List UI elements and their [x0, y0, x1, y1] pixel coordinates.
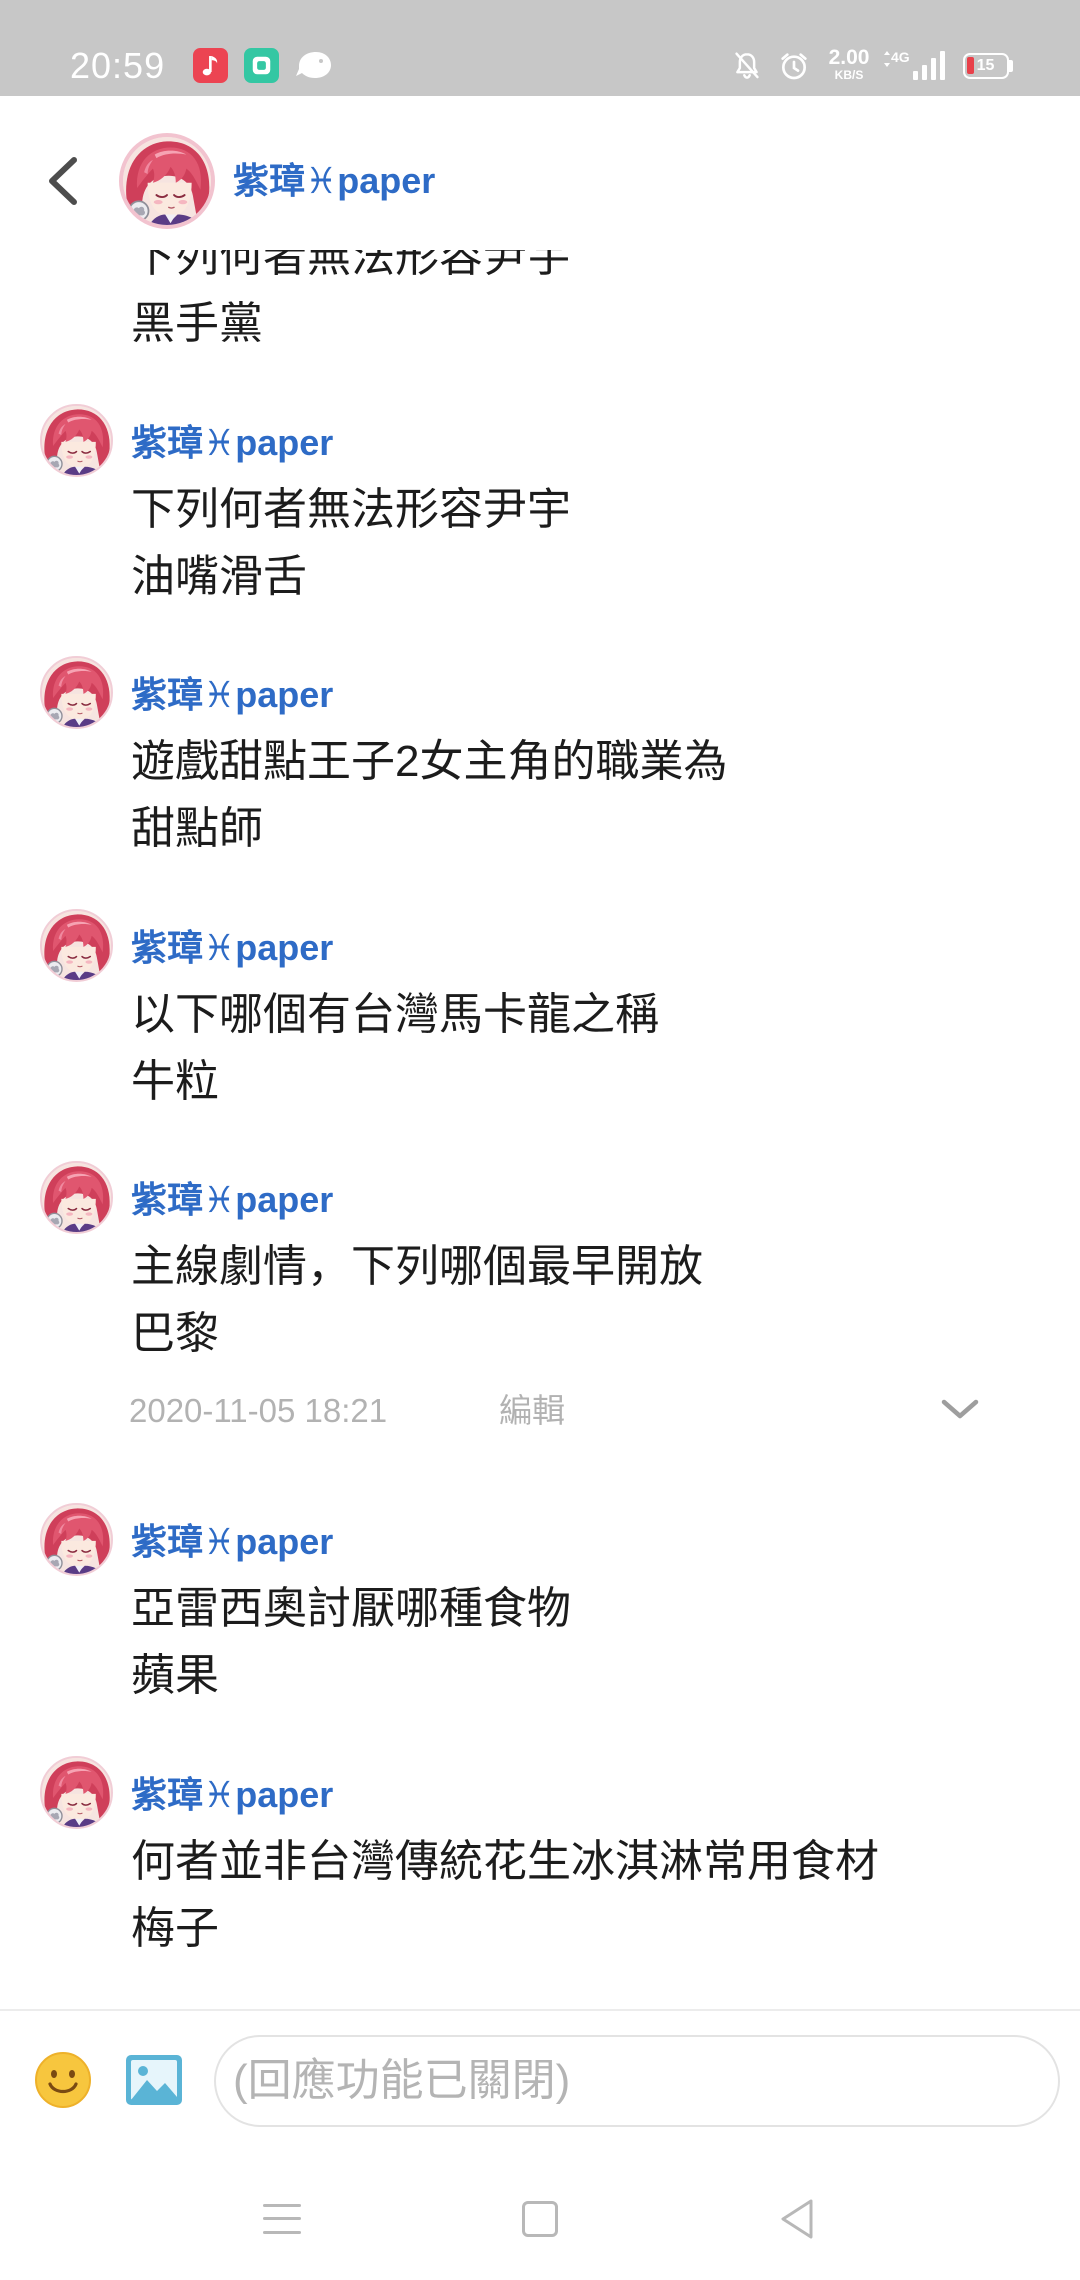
page-title[interactable]: 紫璋♓paper	[233, 159, 435, 203]
message-answer: 牛粒	[131, 1057, 219, 1106]
message-author[interactable]: 紫璋♓paper	[131, 1773, 333, 1817]
message-question: 亞雷西奧討厭哪種食物	[131, 1584, 571, 1633]
message-question: 下列何者無法形容尹宇	[131, 250, 571, 281]
message-partial: 下列何者無法形容尹宇 黑手黨	[0, 250, 1080, 351]
network-speed: 2.00 KB/S	[821, 47, 877, 82]
menu-line	[263, 2204, 301, 2207]
message: 紫璋♓paper 主線劇情，下列哪個最早開放 巴黎 2020-11-05 18:…	[0, 1161, 1080, 1429]
message-author[interactable]: 紫璋♓paper	[131, 673, 333, 717]
chevron-left-icon	[49, 157, 77, 205]
status-time: 20:59	[70, 45, 166, 86]
avatar[interactable]	[40, 1161, 113, 1234]
message-question: 何者並非台灣傳統花生冰淇淋常用食材	[131, 1837, 879, 1886]
chevron-down-icon[interactable]	[937, 1393, 983, 1423]
avatar-image	[42, 658, 111, 727]
chat-app-icon	[244, 48, 279, 83]
message-thread[interactable]: 下列何者無法形容尹宇 黑手黨 紫璋♓paper 下列何者無法形容尹宇 油嘴滑舌 …	[0, 250, 1080, 2009]
avatar[interactable]	[40, 656, 113, 729]
back-button[interactable]	[40, 151, 84, 211]
battery-nub	[1009, 60, 1013, 72]
bell-off-icon	[735, 52, 759, 79]
chat-header: 紫璋♓paper	[0, 96, 1080, 250]
reply-input[interactable]	[214, 2035, 1060, 2127]
message-question: 遊戲甜點王子2女主角的職業為	[131, 737, 728, 786]
avatar-image	[42, 1163, 111, 1232]
avatar-image	[123, 137, 211, 225]
status-bar: 20:59 2.00 KB/S 4G 15	[0, 0, 1080, 96]
music-app-icon	[193, 48, 228, 83]
message: 紫璋♓paper 何者並非台灣傳統花生冰淇淋常用食材 梅子	[0, 1756, 1080, 1956]
network-speed-value: 2.00	[828, 46, 870, 69]
alarm-clock-icon	[781, 53, 807, 80]
menu-line	[263, 2231, 301, 2234]
message: 紫璋♓paper 遊戲甜點王子2女主角的職業為 甜點師	[0, 656, 1080, 856]
message: 紫璋♓paper 亞雷西奧討厭哪種食物 蘋果	[0, 1503, 1080, 1703]
image-icon[interactable]	[125, 2054, 183, 2106]
back-triangle-icon[interactable]	[778, 2197, 816, 2241]
home-square-icon[interactable]	[522, 2201, 558, 2237]
bird-app-icon	[296, 52, 331, 78]
message-author[interactable]: 紫璋♓paper	[131, 1520, 333, 1564]
composer-divider	[0, 2009, 1080, 2011]
avatar[interactable]	[40, 909, 113, 982]
battery-level: 15	[976, 57, 995, 74]
message-answer: 蘋果	[131, 1651, 219, 1700]
signal-icon	[913, 51, 945, 80]
message-question: 主線劇情，下列哪個最早開放	[131, 1242, 703, 1291]
message-author[interactable]: 紫璋♓paper	[131, 421, 333, 465]
edit-link[interactable]: 編輯	[499, 1393, 565, 1429]
message-author[interactable]: 紫璋♓paper	[131, 926, 333, 970]
data-arrows-icon	[884, 51, 890, 67]
message-answer: 油嘴滑舌	[131, 552, 307, 601]
battery-icon: 15	[963, 53, 1009, 79]
avatar-image	[42, 406, 111, 475]
message: 紫璋♓paper 以下哪個有台灣馬卡龍之稱 牛粒	[0, 909, 1080, 1109]
avatar-image	[42, 911, 111, 980]
message-question: 下列何者無法形容尹宇	[131, 485, 571, 534]
network-type: 4G	[891, 49, 910, 65]
avatar[interactable]	[40, 1503, 113, 1576]
timestamp: 2020-11-05 18:21	[129, 1392, 388, 1429]
message-answer: 梅子	[131, 1904, 219, 1953]
message-meta: 2020-11-05 18:21 編輯	[0, 1393, 1080, 1433]
avatar[interactable]	[40, 404, 113, 477]
avatar[interactable]	[119, 133, 215, 229]
avatar-image	[42, 1758, 111, 1827]
menu-line	[263, 2217, 301, 2220]
avatar-image	[42, 1505, 111, 1574]
message: 紫璋♓paper 下列何者無法形容尹宇 油嘴滑舌	[0, 404, 1080, 604]
menu-icon[interactable]	[263, 2204, 301, 2234]
avatar[interactable]	[40, 1756, 113, 1829]
network-speed-unit: KB/S	[834, 68, 864, 82]
message-answer: 黑手黨	[131, 299, 263, 348]
message-answer: 巴黎	[131, 1309, 219, 1358]
smiley-icon[interactable]	[34, 2051, 92, 2109]
message-question: 以下哪個有台灣馬卡龍之稱	[131, 990, 659, 1039]
message-answer: 甜點師	[131, 804, 263, 853]
message-author[interactable]: 紫璋♓paper	[131, 1178, 333, 1222]
